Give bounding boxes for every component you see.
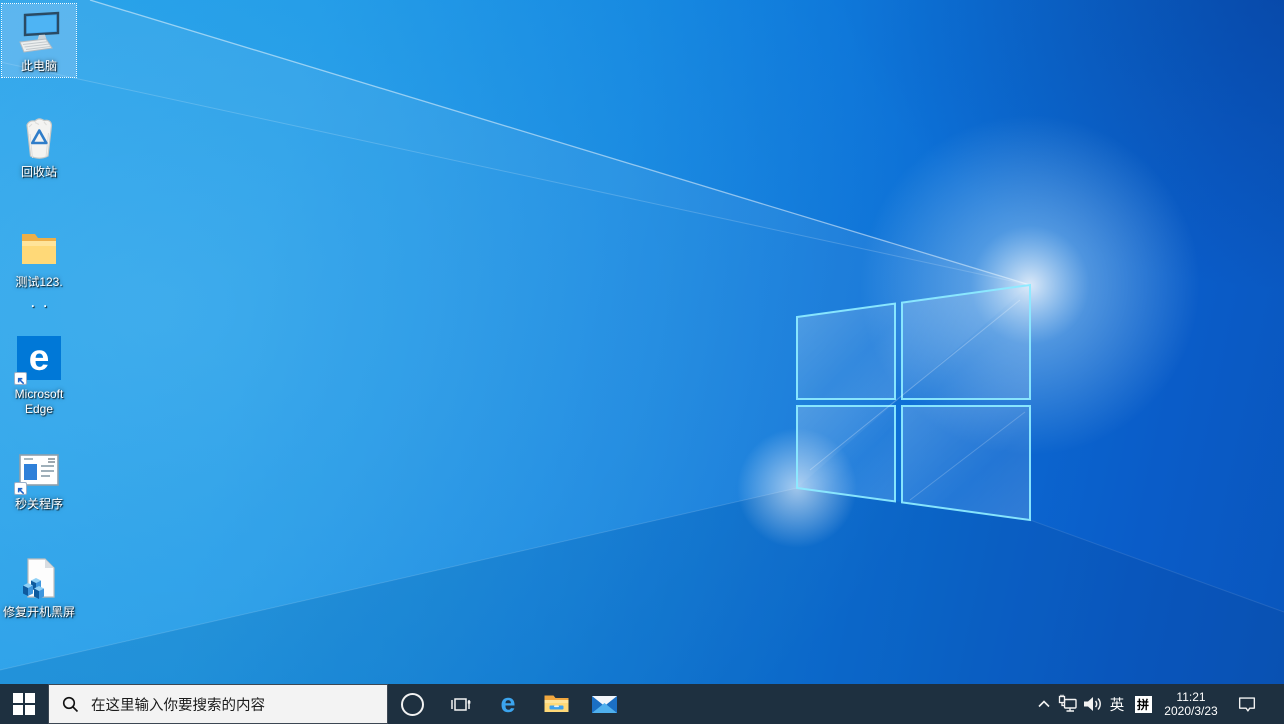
folder-icon <box>15 224 63 272</box>
ime-mode-button[interactable]: 拼 <box>1130 684 1156 724</box>
mail-icon <box>591 694 618 715</box>
icon-label: 回收站 <box>2 165 76 180</box>
system-tray: 英 拼 11:21 2020/3/23 <box>1032 684 1284 724</box>
edge-taskbar-button[interactable]: e <box>484 684 532 724</box>
windows-logo-wallpaper <box>0 0 1284 684</box>
desktop-icon-recycle-bin[interactable]: 回收站 <box>2 110 76 183</box>
icon-label: Microsoft Edge <box>2 387 76 417</box>
cortana-icon <box>401 693 424 716</box>
file-explorer-icon <box>543 692 570 716</box>
start-button[interactable] <box>0 684 48 724</box>
shortcut-arrow-icon <box>14 372 27 385</box>
language-indicator[interactable]: 英 <box>1104 684 1130 724</box>
icon-label: 秒关程序 <box>2 497 76 512</box>
volume-button[interactable] <box>1080 684 1104 724</box>
start-icon <box>13 693 35 715</box>
task-view-button[interactable] <box>436 684 484 724</box>
svg-text:e: e <box>500 689 515 718</box>
clock[interactable]: 11:21 2020/3/23 <box>1156 684 1226 724</box>
action-center-icon <box>1236 693 1258 715</box>
icon-label-ellipsis: .. <box>2 299 76 307</box>
search-input[interactable]: 在这里输入你要搜索的内容 <box>48 684 388 724</box>
desktop-icon-folder-test123[interactable]: 测试123. .. <box>2 220 76 310</box>
volume-icon <box>1081 693 1103 715</box>
edge-logo-icon: e <box>15 336 63 384</box>
network-icon <box>1057 693 1079 715</box>
icon-label: 修复开机黑屏 <box>2 605 76 620</box>
task-view-icon <box>448 692 472 716</box>
tray-chevron-icon <box>1036 696 1052 712</box>
search-icon <box>62 696 79 713</box>
clock-time: 11:21 <box>1156 690 1226 704</box>
recycle-bin-icon <box>15 114 63 162</box>
desktop-wallpaper: 此电脑 回收站 测试123. .. e <box>0 0 1284 684</box>
ime-indicator: 拼 <box>1135 696 1152 713</box>
desktop-icon-registry-file[interactable]: 修复开机黑屏 <box>2 550 76 623</box>
search-placeholder: 在这里输入你要搜索的内容 <box>91 694 265 715</box>
clock-date: 2020/3/23 <box>1156 704 1226 718</box>
cortana-button[interactable] <box>388 684 436 724</box>
tray-overflow-button[interactable] <box>1032 684 1056 724</box>
icon-label: 此电脑 <box>2 59 76 74</box>
taskbar: 在这里输入你要搜索的内容 e <box>0 684 1284 724</box>
file-explorer-button[interactable] <box>532 684 580 724</box>
action-center-button[interactable] <box>1226 684 1268 724</box>
desktop-icon-app-shortcut[interactable]: 秒关程序 <box>2 442 76 515</box>
this-pc-icon <box>15 8 63 56</box>
icon-label: 测试123. <box>2 275 76 290</box>
desktop-icon-microsoft-edge[interactable]: e Microsoft Edge <box>2 330 76 420</box>
mail-button[interactable] <box>580 684 628 724</box>
registry-file-icon <box>15 554 63 602</box>
desktop-icon-this-pc[interactable]: 此电脑 <box>2 4 76 77</box>
network-button[interactable] <box>1056 684 1080 724</box>
app-window-icon <box>15 446 63 494</box>
edge-taskbar-icon: e <box>493 689 523 719</box>
shortcut-arrow-icon <box>14 482 27 495</box>
